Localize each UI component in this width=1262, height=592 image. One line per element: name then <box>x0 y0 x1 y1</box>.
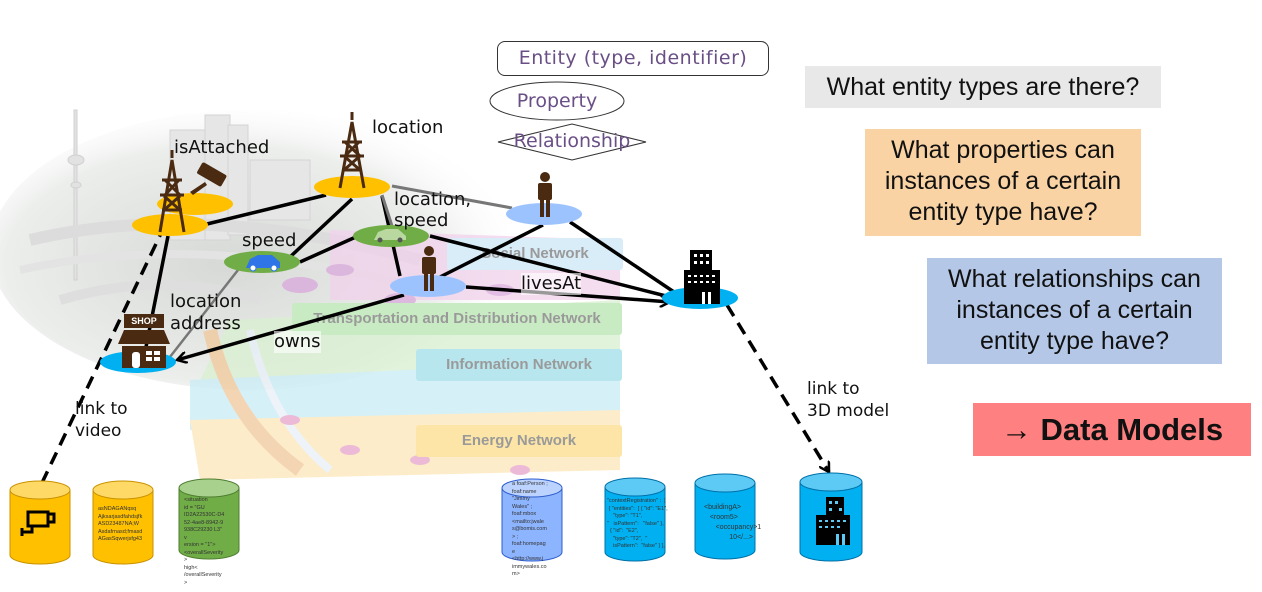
rdf-db-text: a foaf:Person ; foaf:name "Jimmy Wales" … <box>512 481 548 577</box>
xml-situation-db-text: <situation id = "GU ID2A22530C-D4 52-4ae… <box>184 497 225 586</box>
video-db[interactable] <box>9 480 71 565</box>
encoded-db-text: asNDAGANqsq Ajksarjasdfahdsjfk ASD23487N… <box>98 506 143 542</box>
3d-model-db[interactable] <box>799 472 863 562</box>
xml-building-db-text: <buildingA> <room5> <occupancy>1 10</...… <box>704 504 762 541</box>
json-ngsi-db-text: "contextRegistration" : [ { "entities": … <box>607 498 668 549</box>
